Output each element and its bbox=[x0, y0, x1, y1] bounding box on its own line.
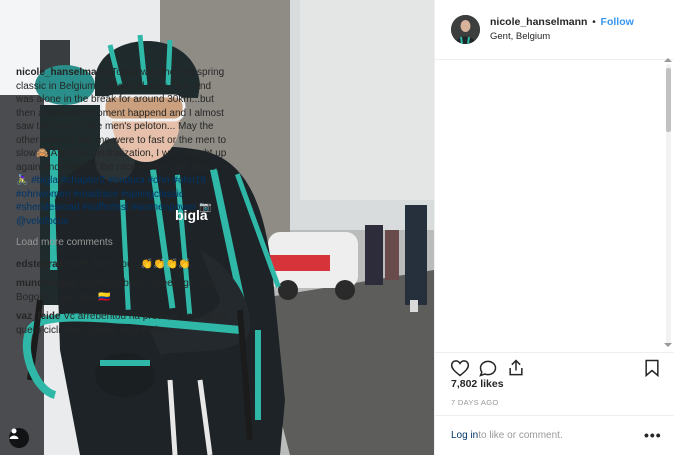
comment-icon[interactable] bbox=[478, 358, 498, 378]
hashtag[interactable]: #chapter2 bbox=[61, 175, 105, 186]
comment-username[interactable]: mundoluque bbox=[16, 278, 76, 289]
post-header: nicole_hanselmann • Follow Gent, Belgium bbox=[435, 0, 674, 60]
post-location[interactable]: Gent, Belgium bbox=[490, 30, 634, 44]
likes-count[interactable]: 7,802 likes bbox=[451, 378, 504, 390]
more-options-icon[interactable]: ••• bbox=[644, 428, 662, 442]
hashtag[interactable]: #ohn19 bbox=[173, 175, 206, 186]
bookmark-icon[interactable] bbox=[642, 358, 662, 378]
comment-username[interactable]: vaz_leide bbox=[16, 311, 60, 322]
scroll-down-arrow-icon[interactable] bbox=[664, 343, 672, 347]
share-icon[interactable] bbox=[506, 358, 526, 378]
hashtag[interactable]: #springclassic bbox=[121, 189, 184, 200]
hashtag[interactable]: #sufferfest bbox=[82, 202, 129, 213]
photo-credit-mention[interactable]: @velofocus bbox=[16, 216, 68, 227]
comment-item: vaz_leide Vc arrebentou na prova, é uma … bbox=[16, 310, 230, 337]
scroll-up-arrow-icon[interactable] bbox=[664, 58, 672, 62]
caption-username[interactable]: nicole_hanselmann bbox=[16, 67, 109, 78]
comments-list: nicole_hanselmann Today was the first sp… bbox=[16, 64, 230, 344]
scrollbar-thumb[interactable] bbox=[666, 68, 671, 132]
avatar[interactable] bbox=[451, 15, 480, 44]
post-caption: nicole_hanselmann Today was the first sp… bbox=[16, 66, 230, 228]
login-link[interactable]: Log in bbox=[451, 430, 478, 441]
load-more-comments-button[interactable]: Load more comments bbox=[16, 236, 230, 250]
hashtag[interactable]: #roadrace bbox=[73, 189, 118, 200]
follow-button[interactable]: Follow bbox=[601, 16, 634, 28]
login-prompt: Log in to like or comment. bbox=[434, 415, 674, 455]
post-timestamp: 7 DAYS AGO bbox=[451, 398, 499, 407]
comment-text: Well done you,, 👏👏👏👏 bbox=[66, 258, 191, 270]
header-separator: • bbox=[592, 17, 596, 28]
hashtag[interactable]: #ohn bbox=[147, 175, 169, 186]
comment-username[interactable]: edstegram bbox=[16, 259, 67, 270]
post-username[interactable]: nicole_hanselmann bbox=[490, 16, 587, 28]
comment-item: mundoluque Unbelievable!!!! Greetings fr… bbox=[16, 277, 230, 304]
login-suffix: to like or comment. bbox=[478, 430, 563, 441]
hashtag[interactable]: #bigla bbox=[31, 175, 58, 186]
comment-item: edstegram Well done you,, 👏👏👏👏 bbox=[16, 258, 230, 272]
action-bar bbox=[434, 352, 674, 378]
hashtag[interactable]: #ohnwomen bbox=[16, 189, 70, 200]
comments-scrollbar[interactable] bbox=[666, 64, 671, 346]
heart-icon[interactable] bbox=[450, 358, 470, 378]
photo-credit-prefix: 📷: bbox=[196, 202, 215, 213]
hashtag[interactable]: #sheridesroad bbox=[16, 202, 79, 213]
hashtag[interactable]: #womenpower bbox=[131, 202, 196, 213]
user-tag-icon[interactable] bbox=[9, 428, 29, 448]
caption-text: Today was the first spring classic in Be… bbox=[16, 67, 227, 186]
hashtag[interactable]: #endura bbox=[108, 175, 145, 186]
